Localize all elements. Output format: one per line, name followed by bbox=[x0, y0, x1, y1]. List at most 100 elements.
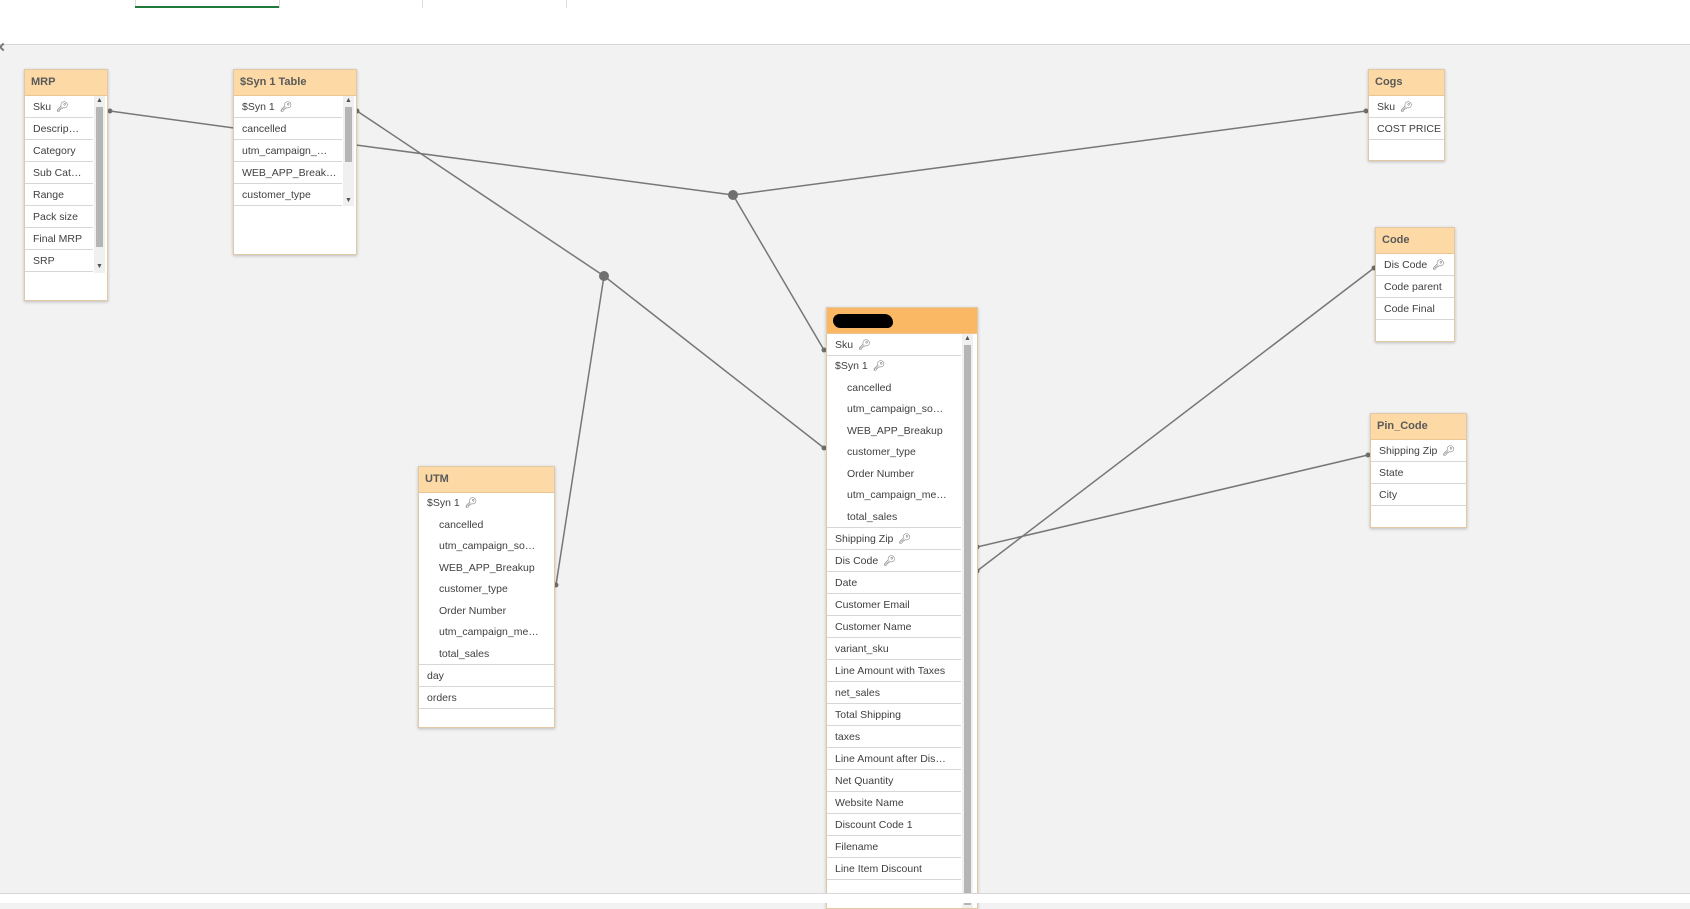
field-row[interactable]: customer_type bbox=[419, 579, 554, 601]
link-main-code bbox=[976, 267, 1375, 572]
table-utm[interactable]: UTM $Syn 1 🔑︎ cancelled utm_campaign_so… … bbox=[418, 466, 555, 728]
field-row[interactable]: cancelled bbox=[234, 118, 342, 140]
key-field-row[interactable]: Shipping Zip 🔑︎ bbox=[827, 528, 961, 550]
field-row[interactable]: net_sales bbox=[827, 682, 961, 704]
field-row[interactable]: customer_type bbox=[234, 184, 342, 206]
field-row[interactable]: WEB_APP_Break… bbox=[234, 162, 342, 184]
arrow-up-icon[interactable]: ▲ bbox=[962, 334, 973, 344]
key-icon: 🔑︎ bbox=[872, 361, 886, 372]
field-row[interactable]: Final MRP bbox=[25, 228, 93, 250]
table-title[interactable]: Pin_Code bbox=[1371, 414, 1466, 440]
field-row[interactable]: Line Item Discount bbox=[827, 858, 961, 880]
field-row[interactable]: Net Quantity bbox=[827, 770, 961, 792]
key-field-row[interactable]: Sku 🔑︎ bbox=[827, 334, 961, 356]
field-row[interactable]: orders bbox=[419, 687, 554, 709]
table-mrp[interactable]: MRP Sku 🔑︎ Descrip… Category Sub Cat… Ran… bbox=[24, 69, 108, 301]
field-row[interactable]: Line Amount after Dis… bbox=[827, 748, 961, 770]
table-title[interactable] bbox=[827, 308, 977, 334]
field-row[interactable]: Dis Code 🔑︎ bbox=[1376, 254, 1454, 276]
field-row[interactable]: Total Shipping bbox=[827, 704, 961, 726]
field-row[interactable]: utm_campaign_so… bbox=[827, 399, 961, 421]
field-row[interactable]: Sku 🔑︎ bbox=[25, 96, 93, 118]
field-row[interactable]: cancelled bbox=[419, 515, 554, 537]
arrow-down-icon[interactable]: ▼ bbox=[94, 262, 105, 272]
field-row[interactable]: Filename bbox=[827, 836, 961, 858]
tab-separator bbox=[279, 0, 280, 8]
data-model-canvas[interactable]: MRP Sku 🔑︎ Descrip… Category Sub Cat… Ran… bbox=[0, 45, 1690, 909]
field-row[interactable]: variant_sku bbox=[827, 638, 961, 660]
field-row[interactable]: Order Number bbox=[827, 464, 961, 486]
field-row[interactable]: WEB_APP_Breakup bbox=[827, 421, 961, 443]
table-code[interactable]: Code Dis Code 🔑︎ Code parent Code Final bbox=[1375, 227, 1455, 342]
redaction-mark bbox=[833, 314, 893, 328]
table-title[interactable]: Code bbox=[1376, 228, 1454, 254]
field-row[interactable]: Descrip… bbox=[25, 118, 93, 140]
field-row[interactable]: Website Name bbox=[827, 792, 961, 814]
table-main[interactable]: Sku 🔑︎ $Syn 1 🔑︎ cancelled utm_campaign_so… bbox=[826, 307, 978, 909]
key-icon: 🔑︎ bbox=[883, 556, 896, 567]
field-row[interactable]: Line Amount with Taxes bbox=[827, 660, 961, 682]
table-title[interactable]: UTM bbox=[419, 467, 554, 493]
field-row[interactable]: Sub Cat… bbox=[25, 162, 93, 184]
scrollbar[interactable]: ▲ bbox=[962, 334, 973, 908]
scroll-thumb[interactable] bbox=[964, 345, 971, 905]
field-row[interactable]: Order Number bbox=[419, 601, 554, 623]
field-row[interactable]: Discount Code 1 bbox=[827, 814, 961, 836]
table-title[interactable]: MRP bbox=[25, 70, 107, 96]
table-cogs[interactable]: Cogs Sku 🔑︎ COST PRICE bbox=[1368, 69, 1445, 161]
synthetic-key-row[interactable]: $Syn 1 🔑︎ bbox=[827, 356, 961, 378]
table-pincode[interactable]: Pin_Code Shipping Zip 🔑︎ State City bbox=[1370, 413, 1467, 528]
key-icon: 🔑︎ bbox=[279, 102, 293, 113]
field-row[interactable]: Code parent bbox=[1376, 276, 1454, 298]
field-row[interactable]: City bbox=[1371, 484, 1466, 506]
key-icon: 🔑︎ bbox=[898, 534, 912, 545]
key-field-row[interactable]: Dis Code 🔑︎ bbox=[827, 550, 961, 572]
link-node2-cogs bbox=[732, 110, 1367, 196]
arrow-up-icon[interactable]: ▲ bbox=[343, 96, 354, 106]
field-row[interactable]: Code Final bbox=[1376, 298, 1454, 320]
table-title[interactable]: $Syn 1 Table bbox=[234, 70, 356, 96]
link-node1-utm bbox=[555, 275, 605, 586]
link-node2-main bbox=[732, 194, 825, 351]
field-row[interactable]: Pack size bbox=[25, 206, 93, 228]
field-row[interactable]: total_sales bbox=[419, 644, 554, 665]
synthetic-key-row[interactable]: $Syn 1 🔑︎ bbox=[419, 493, 554, 515]
field-row[interactable]: State bbox=[1371, 462, 1466, 484]
key-icon: 🔑︎ bbox=[56, 102, 69, 113]
field-row[interactable]: COST PRICE bbox=[1369, 118, 1444, 140]
association-node bbox=[728, 190, 738, 200]
table-title[interactable]: Cogs bbox=[1369, 70, 1444, 96]
scrollbar[interactable]: ▲ ▼ bbox=[94, 96, 105, 273]
field-row[interactable]: Category bbox=[25, 140, 93, 162]
field-row[interactable]: Date bbox=[827, 572, 961, 594]
link-mrp-syn1 bbox=[109, 110, 235, 129]
field-row[interactable]: SRP bbox=[25, 250, 93, 272]
field-row[interactable]: taxes bbox=[827, 726, 961, 748]
field-row[interactable]: day bbox=[419, 665, 554, 687]
table-syn1[interactable]: $Syn 1 Table $Syn 1 🔑︎ cancelled utm_camp… bbox=[233, 69, 357, 255]
field-row[interactable]: utm_campaign_me… bbox=[419, 622, 554, 644]
scrollbar[interactable]: ▲ ▼ bbox=[343, 96, 354, 206]
field-row[interactable]: WEB_APP_Breakup bbox=[419, 558, 554, 580]
field-row[interactable]: utm_campaign_me… bbox=[827, 485, 961, 507]
field-row[interactable]: $Syn 1 🔑︎ bbox=[234, 96, 342, 118]
link-syn1-node2 bbox=[355, 144, 734, 196]
field-row[interactable]: Shipping Zip 🔑︎ bbox=[1371, 440, 1466, 462]
scroll-thumb[interactable] bbox=[96, 107, 103, 247]
field-row[interactable]: utm_campaign_… bbox=[234, 140, 342, 162]
link-main-pincode bbox=[976, 454, 1369, 548]
field-row[interactable]: utm_campaign_so… bbox=[419, 536, 554, 558]
arrow-down-icon[interactable]: ▼ bbox=[343, 196, 354, 206]
field-row[interactable]: customer_type bbox=[827, 442, 961, 464]
field-row[interactable]: Customer Email bbox=[827, 594, 961, 616]
key-icon: 🔑︎ bbox=[464, 498, 478, 509]
field-row[interactable]: total_sales bbox=[827, 507, 961, 528]
field-row[interactable]: cancelled bbox=[827, 378, 961, 400]
arrow-up-icon[interactable]: ▲ bbox=[94, 96, 105, 106]
field-row[interactable]: Sku 🔑︎ bbox=[1369, 96, 1444, 118]
field-row[interactable]: Range bbox=[25, 184, 93, 206]
tab-separator bbox=[566, 0, 567, 8]
toolbar bbox=[0, 8, 1690, 45]
field-row[interactable]: Customer Name bbox=[827, 616, 961, 638]
scroll-thumb[interactable] bbox=[345, 107, 352, 162]
